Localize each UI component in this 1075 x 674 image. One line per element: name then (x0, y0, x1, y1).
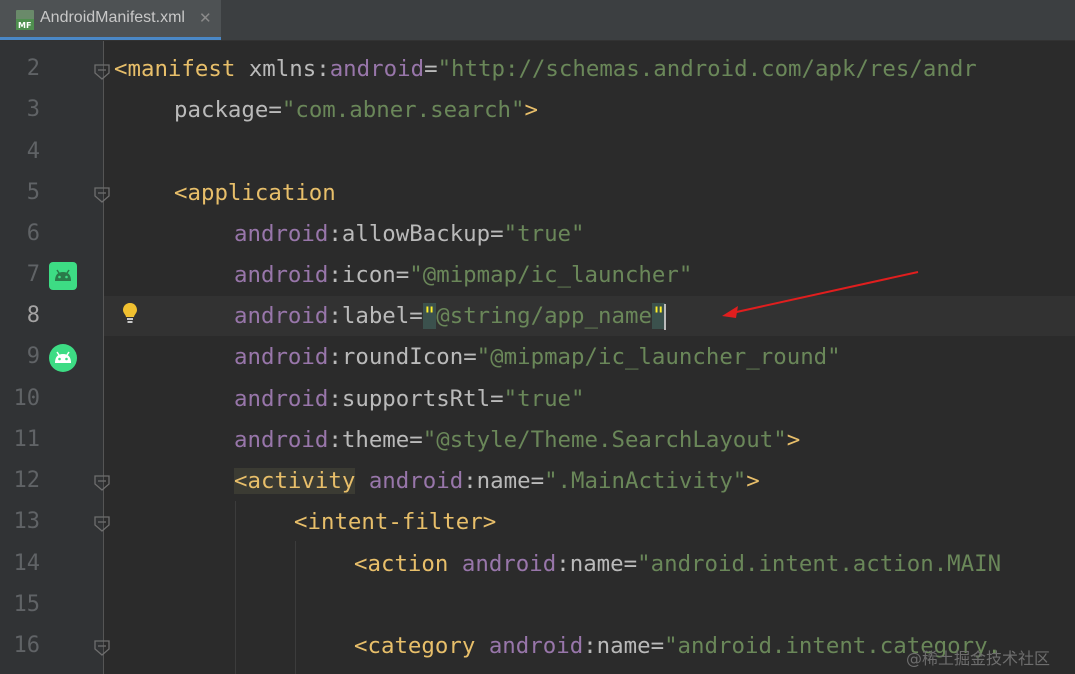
code-line: <application (174, 180, 336, 206)
red-arrow-annotation (722, 271, 919, 318)
indent-guide (295, 541, 296, 674)
close-icon[interactable]: ✕ (199, 9, 212, 27)
line-number: 3 (26, 97, 40, 122)
line-number: 4 (26, 139, 40, 164)
svg-text:MF: MF (18, 21, 31, 30)
line-number: 14 (13, 551, 41, 576)
line-number: 13 (13, 509, 41, 534)
matched-quote: " (422, 303, 437, 329)
code-line: <activity android:name=".MainActivity"> (234, 468, 760, 494)
line-number: 7 (26, 262, 40, 287)
code-line: package="com.abner.search"> (174, 97, 538, 123)
line-number: 15 (13, 592, 41, 617)
code-editor[interactable]: 2 3 4 5 6 7 8 9 10 11 12 13 14 15 16 <ma… (0, 41, 1075, 674)
fold-marker-icon[interactable] (93, 63, 111, 81)
code-line: <category android:name="android.intent.c… (354, 633, 1002, 659)
matched-quote: " (651, 303, 666, 329)
line-number-current: 8 (26, 303, 40, 328)
code-line: android:icon="@mipmap/ic_launcher" (234, 262, 693, 288)
code-line-current: android:label="@string/app_name" (234, 303, 667, 330)
line-number: 10 (13, 386, 41, 411)
line-number: 5 (26, 180, 40, 205)
line-number: 6 (26, 221, 40, 246)
text-cursor (664, 303, 667, 330)
line-number: 11 (13, 427, 41, 452)
watermark: @稀土掘金技术社区 (906, 649, 1051, 668)
editor-tab-bar: MF AndroidManifest.xml ✕ (0, 0, 1075, 41)
code-line: android:supportsRtl="true" (234, 386, 585, 412)
fold-marker-icon[interactable] (93, 474, 111, 492)
line-number: 9 (26, 344, 40, 369)
indent-guide (235, 501, 236, 674)
code-line: <action android:name="android.intent.act… (354, 551, 1002, 577)
line-number: 12 (13, 468, 41, 493)
android-app-icon[interactable] (48, 261, 78, 291)
code-line: android:roundIcon="@mipmap/ic_launcher_r… (234, 344, 841, 370)
android-round-icon[interactable] (48, 343, 78, 373)
code-line: android:allowBackup="true" (234, 221, 585, 247)
gutter-divider (103, 41, 104, 674)
fold-marker-icon[interactable] (93, 186, 111, 204)
fold-marker-icon[interactable] (93, 639, 111, 657)
tab-android-manifest[interactable]: MF AndroidManifest.xml ✕ (0, 0, 221, 40)
line-number: 16 (13, 633, 41, 658)
code-line: <manifest xmlns:android="http://schemas.… (114, 56, 977, 82)
code-line: android:theme="@style/Theme.SearchLayout… (234, 427, 801, 453)
code-line: <intent-filter> (294, 509, 497, 535)
fold-marker-icon[interactable] (93, 515, 111, 533)
intention-bulb-icon[interactable] (121, 302, 139, 324)
manifest-file-icon: MF (16, 10, 34, 30)
tab-label: AndroidManifest.xml (40, 9, 185, 26)
line-number: 2 (26, 56, 40, 81)
